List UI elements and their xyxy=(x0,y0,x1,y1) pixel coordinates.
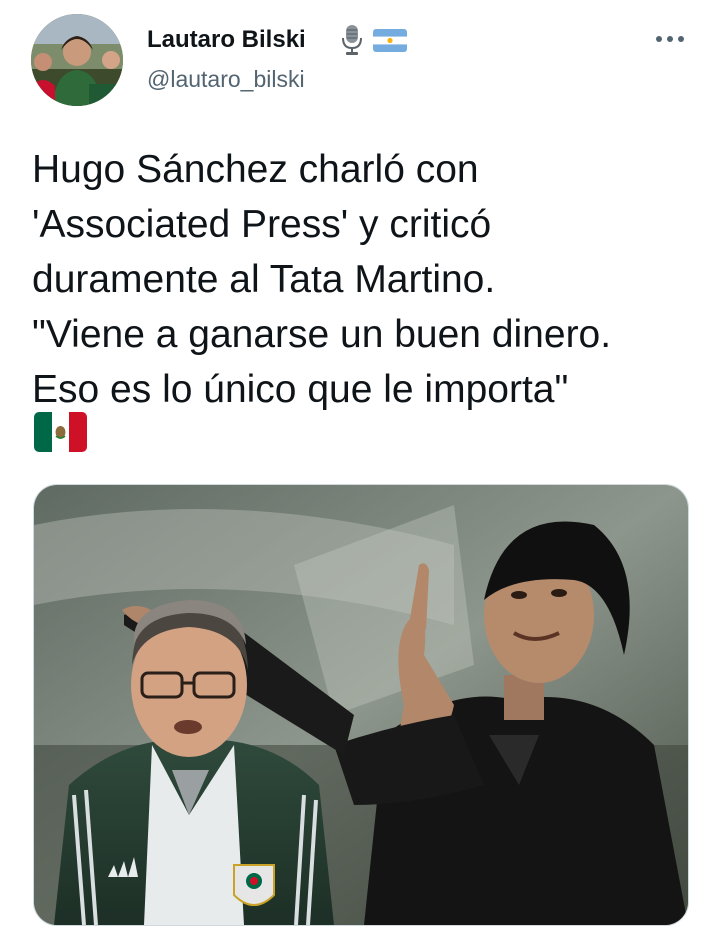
user-handle[interactable]: @lautaro_bilski xyxy=(147,66,305,93)
profile-photo xyxy=(31,14,123,106)
display-name[interactable]: Lautaro Bilski xyxy=(147,26,306,54)
mexico-crest-icon xyxy=(233,864,275,906)
avatar[interactable] xyxy=(31,14,123,106)
mexico-flag-icon xyxy=(34,412,87,452)
more-horizontal-icon[interactable] xyxy=(650,22,690,52)
photo-image xyxy=(34,485,688,925)
argentina-flag-icon xyxy=(373,29,407,52)
tweet-photo[interactable] xyxy=(33,484,689,926)
microphone-icon xyxy=(342,25,362,55)
tweet-text: Hugo Sánchez charló con 'Associated Pres… xyxy=(32,148,612,411)
